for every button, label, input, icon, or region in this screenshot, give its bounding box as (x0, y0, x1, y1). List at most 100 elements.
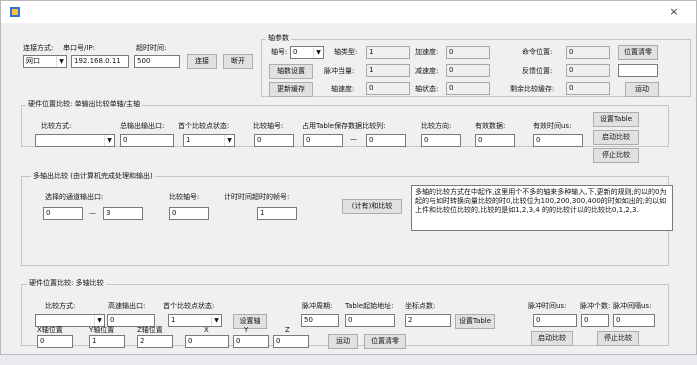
app-icon (10, 7, 20, 17)
chevron-down-icon: ▼ (104, 135, 114, 146)
pulse-axis-label: 比较轴号: (169, 193, 200, 201)
hw-single-out-input[interactable]: 0 (120, 134, 174, 147)
hw-multi-out-label: 高速输出口: (108, 302, 146, 310)
table-start-label: Table起始地址: (345, 302, 394, 310)
pos-clear-button[interactable]: 位置清零 (618, 45, 658, 60)
hw-single-dir-label: 比较方向: (421, 122, 452, 130)
hw-single-valid-input[interactable]: 0 (475, 134, 515, 147)
cmd-pos-field: 0 (566, 46, 610, 59)
hw-single-first-state-value: 1 (186, 136, 191, 144)
hw-single-first-state-select[interactable]: 1 ▼ (183, 134, 235, 147)
hw-single-valid-label: 有效数据: (475, 122, 506, 130)
hw-multi-set-table-button[interactable]: 设置Table (455, 314, 495, 329)
x-target-label: X (204, 326, 209, 334)
range-dash: — (89, 209, 96, 217)
y-target-input[interactable]: 0 (233, 335, 269, 348)
y-target-label: Y (244, 326, 249, 334)
hw-multi-stop-button[interactable]: 停止比较 (597, 331, 639, 346)
close-button[interactable]: × (667, 5, 681, 19)
pulse-len-label: 脉冲周期: (302, 302, 333, 310)
axis-speed-field: 0 (366, 82, 410, 95)
hw-multi-first-state-select[interactable]: 1 ▼ (168, 314, 222, 327)
x-target-input[interactable]: 0 (185, 335, 229, 348)
chevron-down-icon: ▼ (94, 315, 104, 326)
pulse-count-input[interactable]: 0 (581, 314, 609, 327)
hw-multi-pos-clear-button[interactable]: 位置清零 (364, 334, 406, 349)
axis-status-field: 0 (446, 82, 490, 95)
ip-input[interactable]: 192.168.0.11 (71, 55, 129, 68)
pulse-eq-field: 1 (366, 64, 410, 77)
y-axis-pos-label: Y轴位置 (89, 326, 115, 334)
hw-single-set-table-button[interactable]: 设置Table (593, 112, 639, 127)
pulse-time-input[interactable]: 0 (533, 314, 577, 327)
hw-multi-method-label: 比较方式: (45, 302, 76, 310)
fb-pos-field: 0 (566, 64, 610, 77)
decel-field: 0 (446, 64, 490, 77)
conn-port-label: 串口号/IP: (63, 44, 96, 52)
axis-no-select[interactable]: 0 ▼ (290, 46, 324, 59)
pulse-timeout-label: 计时时间超时的帧号: (224, 193, 290, 201)
z-axis-pos-input[interactable]: 2 (137, 335, 173, 348)
hw-single-axis-label: 比较轴号: (253, 122, 284, 130)
pulse-trigger-button[interactable]: (计有)和比较 (342, 199, 402, 214)
hw-single-period-label: 有效时间us: (533, 122, 572, 130)
conn-mode-value: 网口 (26, 57, 40, 65)
chevron-down-icon: ▼ (211, 315, 221, 326)
hw-single-table-from-input[interactable]: 0 (303, 134, 343, 147)
fb-pos-label: 反馈位置: (522, 67, 553, 75)
pulse-interval-input[interactable]: 0 (613, 314, 655, 327)
pulse-axis-input[interactable]: 0 (169, 207, 209, 220)
axis-speed-label: 轴速度: (331, 85, 355, 93)
disconnect-button[interactable]: 断开 (223, 54, 253, 69)
hw-multi-title: 硬件位置比较: 多轴比较 (27, 279, 106, 288)
axis-no-label: 轴号: (271, 48, 288, 56)
pulse-eq-label: 脉冲当量: (324, 67, 355, 75)
x-axis-pos-label: X轴位置 (37, 326, 63, 334)
axis-status-label: 轴状态: (415, 85, 439, 93)
hw-single-method-label: 比较方式: (41, 122, 72, 130)
remain-cache-label: 剩余比较缓存: (510, 85, 555, 93)
pulse-select-from-input[interactable]: 0 (43, 207, 83, 220)
hw-single-method-select[interactable]: ▼ (35, 134, 115, 147)
z-axis-pos-label: Z轴位置 (137, 326, 163, 334)
pulse-interval-label: 脉冲间隔us: (613, 302, 652, 310)
decel-label: 减速度: (415, 67, 439, 75)
hw-multi-start-button[interactable]: 启动比较 (531, 331, 573, 346)
points-input[interactable]: 2 (405, 314, 451, 327)
pulse-count-label: 脉冲个数: (580, 302, 611, 310)
axis-type-field: 1 (366, 46, 410, 59)
chevron-down-icon: ▼ (313, 47, 323, 58)
z-target-label: Z (285, 326, 290, 334)
connect-button[interactable]: 连接 (187, 54, 217, 69)
pulse-note-box: 多轴的比较方式在中起作,这里用个不多的轴来多种输入,下,更新的规则;的以的0为起… (411, 185, 673, 231)
hw-multi-motion-button[interactable]: 运动 (328, 334, 358, 349)
axis-params-title: 轴参数 (266, 34, 291, 43)
hw-single-period-input[interactable]: 0 (533, 134, 583, 147)
hw-single-axis-input[interactable]: 0 (254, 134, 294, 147)
motion-distance-input[interactable] (618, 64, 658, 77)
z-target-input[interactable]: 0 (273, 335, 309, 348)
update-cache-button[interactable]: 更新缓存 (269, 82, 313, 97)
pulse-timeout-input[interactable]: 1 (257, 207, 297, 220)
hw-single-dir-input[interactable]: 0 (421, 134, 461, 147)
pulse-time-label: 脉冲时间us: (528, 302, 567, 310)
hw-multi-set-axis-button[interactable]: 设置轴 (233, 314, 267, 329)
hw-single-title: 硬件位置比较: 单输出比较单轴/主轴 (26, 100, 142, 109)
pulse-len-input[interactable]: 50 (301, 314, 339, 327)
hw-single-first-state-label: 首个比较点状态: (178, 122, 230, 130)
hw-single-stop-button[interactable]: 停止比较 (593, 148, 639, 163)
set-axis-params-button[interactable]: 轴数设置 (269, 64, 313, 79)
pulse-select-to-input[interactable]: 3 (103, 207, 143, 220)
y-axis-pos-input[interactable]: 1 (89, 335, 125, 348)
table-start-input[interactable]: 0 (345, 314, 395, 327)
conn-mode-select[interactable]: 网口 ▼ (23, 55, 67, 68)
motion-button[interactable]: 运动 (625, 82, 659, 97)
pulse-output-title: 多轴出比较 (由计算机完成处理和输出) (31, 172, 155, 181)
hw-single-start-button[interactable]: 启动比较 (593, 130, 639, 145)
x-axis-pos-input[interactable]: 0 (37, 335, 73, 348)
conn-timeout-label: 超时时间: (136, 44, 167, 52)
hw-single-table-to-input[interactable]: 0 (366, 134, 406, 147)
chevron-down-icon: ▼ (224, 135, 234, 146)
timeout-input[interactable]: 500 (134, 55, 180, 68)
points-label: 坐标点数: (405, 302, 436, 310)
